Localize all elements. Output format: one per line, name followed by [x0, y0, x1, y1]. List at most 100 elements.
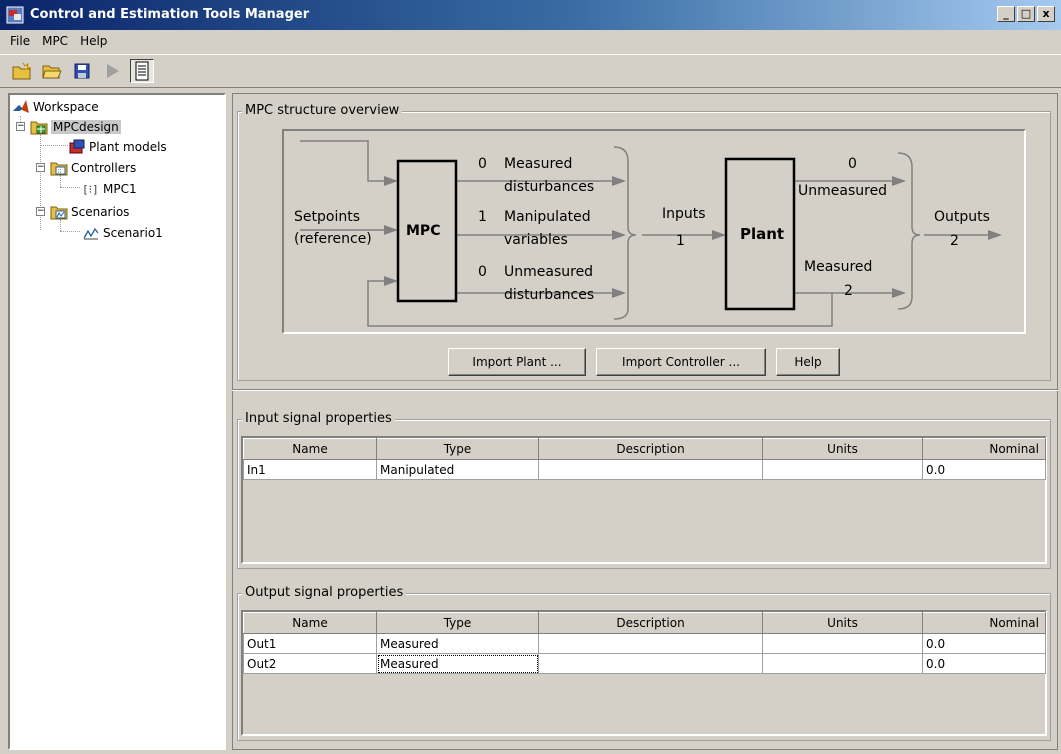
input-signal-table: Name Type Description Units Nominal In1 … [243, 438, 1046, 480]
ud-label-2: disturbances [504, 287, 595, 303]
column-header-nominal[interactable]: Nominal [922, 438, 1046, 460]
close-button[interactable]: x [1037, 6, 1055, 22]
help-button[interactable]: Help [776, 348, 840, 376]
ud-count: 0 [478, 264, 487, 280]
structure-overview-title: MPC structure overview [242, 103, 403, 118]
svg-text:⁝⁝: ⁝⁝ [58, 168, 62, 175]
cell-units[interactable] [762, 653, 923, 674]
tree-item-scenarios[interactable]: Scenarios [50, 202, 129, 222]
tree-collapse-controllers[interactable]: − [36, 163, 45, 172]
import-plant-button[interactable]: Import Plant ... [448, 348, 586, 376]
md-label-2: disturbances [504, 179, 595, 195]
unmeasured-label: Unmeasured [798, 183, 888, 199]
md-count: 0 [478, 156, 487, 172]
save-icon [74, 63, 90, 79]
open-folder-icon [42, 65, 62, 79]
measured-label: Measured [804, 259, 873, 275]
run-button[interactable] [100, 59, 124, 83]
output-signal-table: Name Type Description Units Nominal Out1… [243, 612, 1046, 674]
cell-type[interactable]: Manipulated [376, 459, 539, 480]
tree-label-scenario1: Scenario1 [103, 226, 163, 240]
cell-nominal[interactable]: 0.0 [922, 653, 1046, 674]
column-header-description[interactable]: Description [538, 438, 763, 460]
column-header-description[interactable]: Description [538, 612, 763, 634]
new-project-icon [12, 62, 32, 80]
plant-models-icon [69, 139, 85, 154]
svg-text:[⁝]: [⁝] [82, 183, 99, 196]
column-header-units[interactable]: Units [762, 612, 923, 634]
inputs-label: Inputs [662, 206, 706, 222]
column-header-units[interactable]: Units [762, 438, 923, 460]
tree-item-controllers[interactable]: ⁝⁝ Controllers [50, 158, 136, 178]
cell-nominal[interactable]: 0.0 [922, 633, 1046, 654]
title-bar[interactable]: Control and Estimation Tools Manager _ □… [0, 0, 1061, 30]
notes-icon [135, 61, 149, 81]
tree-collapse-mpcdesign[interactable]: − [16, 122, 25, 131]
menu-help[interactable]: Help [74, 32, 113, 50]
matlab-icon [13, 100, 29, 113]
toolbar [0, 54, 1061, 88]
project-icon [30, 121, 48, 135]
input-properties-title: Input signal properties [242, 411, 395, 426]
controller-icon: [⁝] [82, 183, 99, 196]
cell-name[interactable]: Out1 [243, 633, 377, 654]
tree-label-mpc1: MPC1 [103, 182, 137, 196]
tree-label-controllers: Controllers [71, 161, 137, 175]
mv-count: 1 [478, 209, 487, 225]
mpc-block-label: MPC [406, 223, 441, 239]
unmeasured-count: 0 [848, 156, 857, 172]
tree-label-scenarios: Scenarios [71, 205, 130, 219]
controllers-folder-icon: ⁝⁝ [50, 162, 68, 176]
section-separator [232, 389, 1058, 391]
tree-label-mpcdesign: MPCdesign [51, 120, 121, 134]
plant-block-label: Plant [740, 225, 785, 243]
tree-item-scenario1[interactable]: Scenario1 [82, 223, 163, 243]
minimize-button[interactable]: _ [997, 6, 1015, 22]
mpc-structure-diagram: Setpoints (reference) MPC Plant 0 Measur… [282, 129, 1026, 334]
setpoints-label: Setpoints [294, 209, 360, 225]
cell-name[interactable]: In1 [243, 459, 377, 480]
maximize-button[interactable]: □ [1017, 6, 1035, 22]
column-header-type[interactable]: Type [376, 438, 539, 460]
inputs-count: 1 [676, 233, 685, 249]
output-properties-title: Output signal properties [242, 585, 407, 600]
tree-item-workspace[interactable]: Workspace [12, 97, 99, 117]
ud-label-1: Unmeasured [504, 264, 594, 280]
cell-description[interactable] [538, 653, 763, 674]
cell-name[interactable]: Out2 [243, 653, 377, 674]
cell-type[interactable]: Measured [376, 633, 539, 654]
tree-label-plant-models: Plant models [89, 140, 167, 154]
run-icon [107, 64, 119, 78]
cell-units[interactable] [762, 633, 923, 654]
tree-item-mpcdesign[interactable]: MPCdesign [30, 117, 121, 137]
outputs-count: 2 [950, 233, 959, 249]
tree-item-plant-models[interactable]: Plant models [68, 137, 167, 157]
outputs-label: Outputs [934, 209, 990, 225]
window-title: Control and Estimation Tools Manager [30, 7, 310, 22]
table-row: Out1 Measured 0.0 [243, 633, 1046, 654]
mv-label-1: Manipulated [504, 209, 591, 225]
column-header-nominal[interactable]: Nominal [922, 612, 1046, 634]
project-tree[interactable]: Workspace − MPCdesign Plant models − ⁝⁝ … [8, 93, 226, 750]
table-row: Out2 Measured 0.0 [243, 653, 1046, 674]
cell-description[interactable] [538, 459, 763, 480]
table-row: In1 Manipulated 0.0 [243, 459, 1046, 480]
save-button[interactable] [70, 59, 94, 83]
column-header-type[interactable]: Type [376, 612, 539, 634]
menu-bar: File MPC Help [0, 30, 1061, 52]
column-header-name[interactable]: Name [243, 612, 377, 634]
tree-collapse-scenarios[interactable]: − [36, 207, 45, 216]
cell-description[interactable] [538, 633, 763, 654]
open-button[interactable] [40, 59, 64, 83]
tree-item-mpc1[interactable]: [⁝] MPC1 [82, 179, 137, 199]
cell-nominal[interactable]: 0.0 [922, 459, 1046, 480]
menu-mpc[interactable]: MPC [36, 32, 74, 50]
cell-units[interactable] [762, 459, 923, 480]
app-icon [6, 6, 24, 24]
notes-button[interactable] [130, 59, 154, 83]
menu-file[interactable]: File [4, 32, 36, 50]
new-project-button[interactable] [10, 59, 34, 83]
cell-type[interactable]: Measured [376, 653, 539, 674]
import-controller-button[interactable]: Import Controller ... [596, 348, 766, 376]
column-header-name[interactable]: Name [243, 438, 377, 460]
